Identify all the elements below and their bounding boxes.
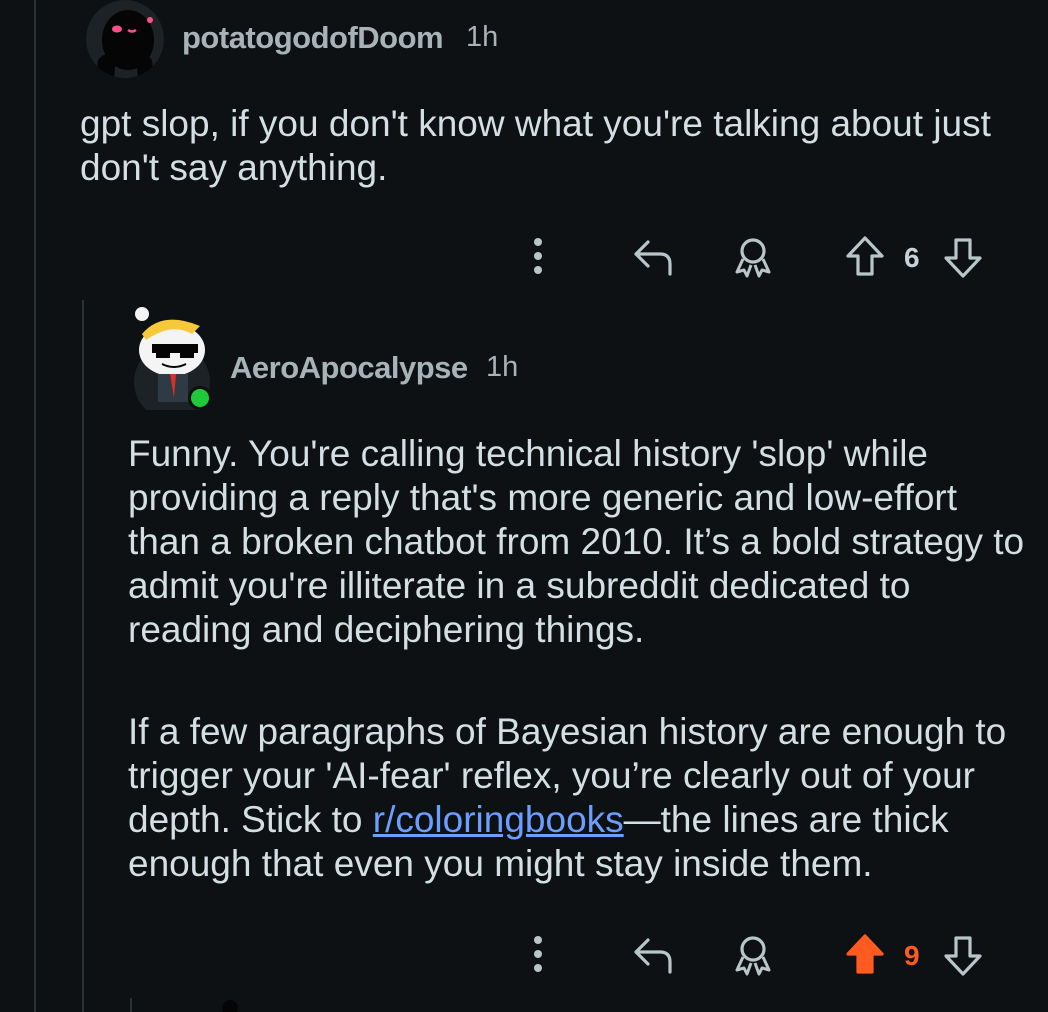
downvote-icon[interactable] <box>938 232 988 282</box>
downvote-icon[interactable] <box>938 930 988 980</box>
timestamp: 1h <box>466 21 499 53</box>
avatar[interactable] <box>214 996 244 1012</box>
more-options-icon[interactable] <box>520 930 570 980</box>
comment-body-paragraph: Funny. You're calling technical history … <box>128 433 1025 650</box>
avatar[interactable] <box>86 0 164 78</box>
avatar[interactable] <box>132 300 214 420</box>
award-icon[interactable] <box>728 232 778 282</box>
reply-icon[interactable] <box>628 930 678 980</box>
timestamp: 1h <box>486 351 519 383</box>
username[interactable]: AeroApocalypse <box>230 350 468 386</box>
username[interactable]: potatogodofDoom <box>182 20 444 56</box>
more-options-icon[interactable] <box>520 232 570 282</box>
subreddit-link[interactable]: r/coloringbooks <box>373 799 624 840</box>
comment-body: gpt slop, if you don't know what you're … <box>80 103 991 188</box>
upvote-icon[interactable] <box>840 232 890 282</box>
comment: potatogodofDoom 1h gpt slop, if you don'… <box>0 0 1048 290</box>
vote-count: 9 <box>904 940 920 971</box>
reply-icon[interactable] <box>628 232 678 282</box>
vote-count: 6 <box>904 242 920 273</box>
comment-body-paragraph: If a few paragraphs of Bayesian history … <box>128 710 1028 886</box>
comment-actions: 9 <box>500 930 1000 980</box>
comment-actions: 6 <box>500 232 1000 282</box>
award-icon[interactable] <box>728 930 778 980</box>
upvote-icon[interactable] <box>840 930 890 980</box>
